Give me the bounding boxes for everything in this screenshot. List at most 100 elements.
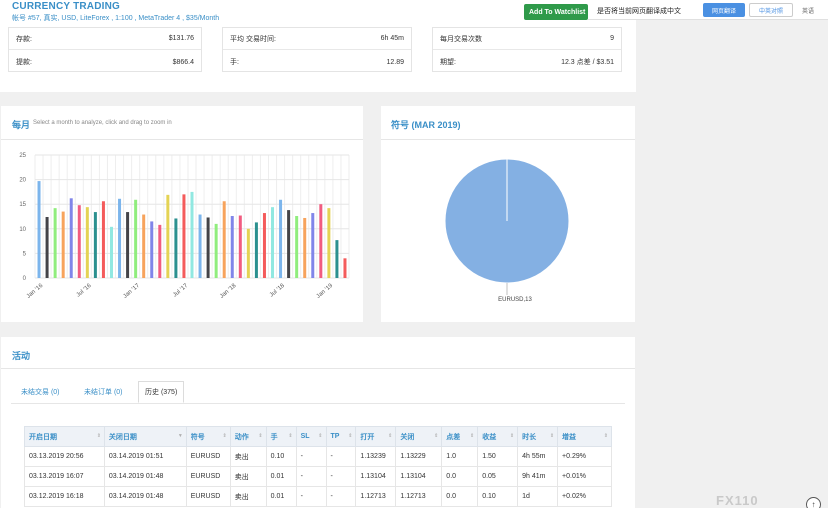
trade-history-table: 开启日期 ⇕ 关闭日期 ▼ 符号 ⇕ 动作 ⇕ 手 ⇕ SL ⇕ TP ⇕ 打开 ⇕ 关闭 ⇕ 点差 ⇕ 收益 ⇕ 时长 ⇕ 增…	[24, 426, 612, 507]
table-cell: 03.12.2019 16:18	[24, 486, 105, 507]
column-header[interactable]: 手 ⇕	[265, 426, 297, 447]
bar	[158, 224, 162, 278]
table-row[interactable]: 03.13.2019 20:56 03.14.2019 01:51 EURUSD 卖出…	[24, 446, 612, 467]
table-cell: 0.0	[441, 486, 479, 507]
column-header[interactable]: 关闭日期 ▼	[103, 426, 187, 447]
y-tick-label: 20	[19, 178, 26, 184]
monthly-bar-chart[interactable]: 0 5 10 15 20 25 Jan '16 Jul '16 Jan '17 Jul '17 Ja…	[1, 139, 363, 322]
table-cell: -	[325, 446, 357, 467]
table-cell: 1.13229	[395, 446, 443, 467]
stats-box-trade-time: 平均 交易时间: 6h 45m 手: 12.89	[222, 27, 412, 72]
bar	[69, 198, 73, 278]
column-header[interactable]: 增益 ⇕	[557, 426, 612, 447]
table-cell: 0.10	[477, 486, 519, 507]
translate-page-button[interactable]: 网页翻译	[703, 3, 745, 17]
translate-prompt: 是否将当前网页翻译成中文	[597, 8, 681, 15]
table-cell: +0.02%	[557, 486, 612, 507]
stat-row-withdrawal: 提款: $866.4	[9, 51, 201, 73]
table-cell: 4h 55m	[517, 446, 559, 467]
column-header[interactable]: 关闭 ⇕	[395, 426, 443, 447]
bar	[230, 216, 234, 278]
bar	[254, 222, 258, 278]
add-to-watchlist-button[interactable]: Add To Watchlist	[524, 4, 588, 20]
bar	[77, 205, 81, 278]
table-cell: 03.14.2019 01:48	[103, 486, 187, 507]
monthly-title: 每月	[12, 120, 31, 130]
stat-row-deposit: 存款: $131.76	[9, 28, 201, 50]
bar	[37, 181, 41, 278]
bar	[142, 214, 146, 278]
column-header[interactable]: SL ⇕	[295, 426, 327, 447]
table-header-row: 开启日期 ⇕ 关闭日期 ▼ 符号 ⇕ 动作 ⇕ 手 ⇕ SL ⇕ TP ⇕ 打开 ⇕ 关闭 ⇕ 点差 ⇕ 收益 ⇕ 时长 ⇕ 增…	[24, 426, 612, 447]
y-tick-label: 25	[19, 153, 26, 159]
column-header-label: 符号	[190, 433, 205, 441]
column-header[interactable]: 打开 ⇕	[355, 426, 397, 447]
tab-open-orders[interactable]: 未结订单 (0)	[78, 381, 129, 403]
x-tick-label: Jan '18	[219, 283, 238, 300]
column-header[interactable]: 符号 ⇕	[185, 426, 231, 447]
bar	[311, 213, 315, 278]
table-row[interactable]: 03.12.2019 16:18 03.14.2019 01:48 EURUSD 卖出…	[24, 486, 612, 507]
bar	[335, 240, 339, 278]
table-cell: 03.13.2019 16:07	[24, 466, 105, 487]
stat-label: 平均 交易时间:	[230, 35, 276, 43]
bar	[271, 207, 275, 278]
sort-icon: ⇕	[603, 433, 608, 439]
bilingual-button[interactable]: 中英对照	[749, 3, 793, 17]
stat-value: $866.4	[172, 58, 194, 66]
table-row[interactable]: 03.13.2019 16:07 03.14.2019 01:48 EURUSD 卖出…	[24, 466, 612, 487]
sort-icon: ⇕	[470, 433, 475, 439]
symbol-pie-chart[interactable]: EURUSD,13	[381, 139, 635, 322]
column-header-label: 关闭	[400, 433, 415, 441]
table-cell: 1.0	[441, 446, 479, 467]
bar	[214, 223, 218, 278]
bar	[182, 194, 186, 278]
account-subtitle: 帐号 #57, 真实, USD, LiteForex , 1:100 , Met…	[12, 15, 220, 22]
table-cell: EURUSD	[185, 486, 231, 507]
table-cell: 1d	[517, 486, 559, 507]
panel-divider	[1, 368, 635, 369]
column-header[interactable]: TP ⇕	[325, 426, 357, 447]
table-cell: -	[325, 466, 357, 487]
sort-icon: ⇕	[434, 433, 439, 439]
translate-bar: 是否将当前网页翻译成中文 网页翻译 中英对照 英语	[588, 0, 828, 20]
bar	[279, 199, 283, 278]
column-header-label: 动作	[234, 433, 249, 441]
stat-label: 存款:	[16, 35, 32, 43]
column-header-label: 开启日期	[29, 433, 57, 441]
column-header[interactable]: 点差 ⇕	[441, 426, 479, 447]
sort-icon: ⇕	[549, 433, 555, 439]
x-tick-label: Jul '18	[269, 283, 287, 299]
stat-row-trades-per-month: 每月交易次数 9	[433, 28, 621, 50]
column-header[interactable]: 动作 ⇕	[229, 426, 267, 447]
arrow-up-icon[interactable]: ↑	[806, 497, 821, 508]
column-header-label: 点差	[446, 433, 461, 441]
column-header[interactable]: 收益 ⇕	[477, 426, 519, 447]
tab-open-trades[interactable]: 未结交易 (0)	[15, 381, 66, 403]
language-select[interactable]: 英语	[802, 6, 814, 15]
sort-icon: ⇕	[96, 433, 101, 439]
bar	[319, 204, 323, 278]
table-cell: 1.13104	[355, 466, 397, 487]
sort-icon: ⇕	[318, 433, 323, 439]
bar	[327, 208, 331, 278]
pie-slice-label: EURUSD,13	[498, 297, 532, 303]
y-tick-label: 5	[23, 251, 27, 257]
bar	[93, 212, 97, 278]
table-cell: 卖出	[229, 466, 267, 487]
table-cell: 0.10	[265, 446, 297, 467]
bar	[343, 258, 347, 278]
stat-row-expectancy: 期望: 12.3 点差 / $3.51	[433, 51, 621, 73]
table-cell: 03.14.2019 01:51	[103, 446, 187, 467]
tab-history[interactable]: 历史 (375)	[138, 381, 185, 403]
table-body: 03.13.2019 20:56 03.14.2019 01:51 EURUSD 卖出…	[24, 446, 612, 507]
stat-label: 期望:	[440, 59, 456, 66]
table-cell: 0.01	[265, 466, 297, 487]
stat-value: 6h 45m	[380, 35, 404, 42]
column-header[interactable]: 开启日期 ⇕	[24, 426, 105, 447]
account-title[interactable]: CURRENCY TRADING	[12, 1, 120, 12]
stat-row-avg-trade-time: 平均 交易时间: 6h 45m	[223, 28, 411, 50]
column-header[interactable]: 时长 ⇕	[517, 426, 559, 447]
column-header-label: 打开	[360, 433, 375, 441]
table-cell: 0.01	[265, 486, 297, 507]
